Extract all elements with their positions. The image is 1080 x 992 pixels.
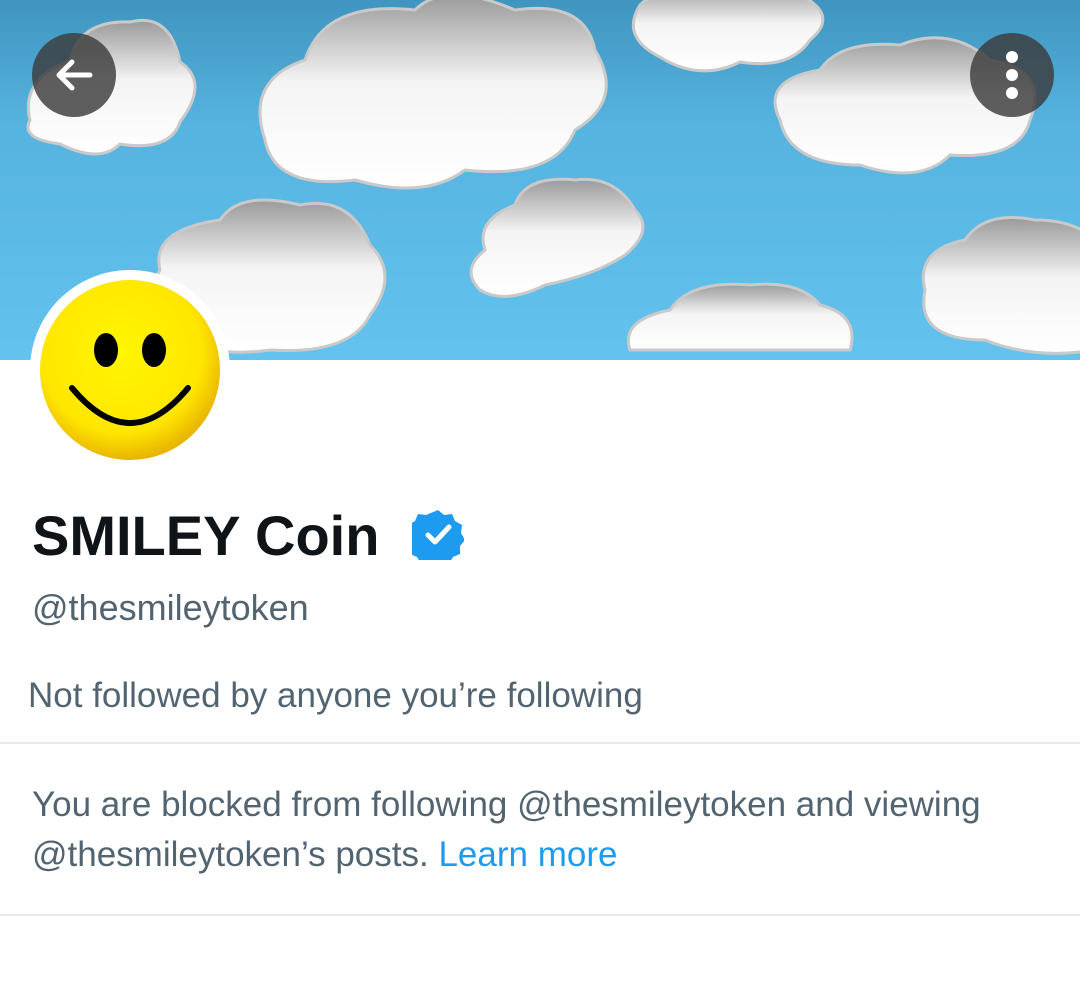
learn-more-link[interactable]: Learn more — [438, 835, 617, 874]
handle: @thesmileytoken — [32, 587, 309, 628]
block-notice: You are blocked from following @thesmile… — [32, 780, 1052, 880]
followers-you-know-note[interactable]: Not followed by anyone you’re following — [28, 672, 643, 720]
avatar[interactable] — [30, 270, 230, 470]
smiley-face-icon — [40, 280, 220, 460]
back-button[interactable] — [32, 33, 116, 117]
vertical-ellipsis-icon — [1006, 51, 1018, 99]
divider — [0, 742, 1080, 744]
arrow-left-icon — [56, 59, 93, 91]
divider — [0, 914, 1080, 916]
verified-badge-icon[interactable] — [412, 508, 464, 560]
more-options-button[interactable] — [970, 33, 1054, 117]
display-name: SMILEY Coin — [32, 504, 380, 567]
